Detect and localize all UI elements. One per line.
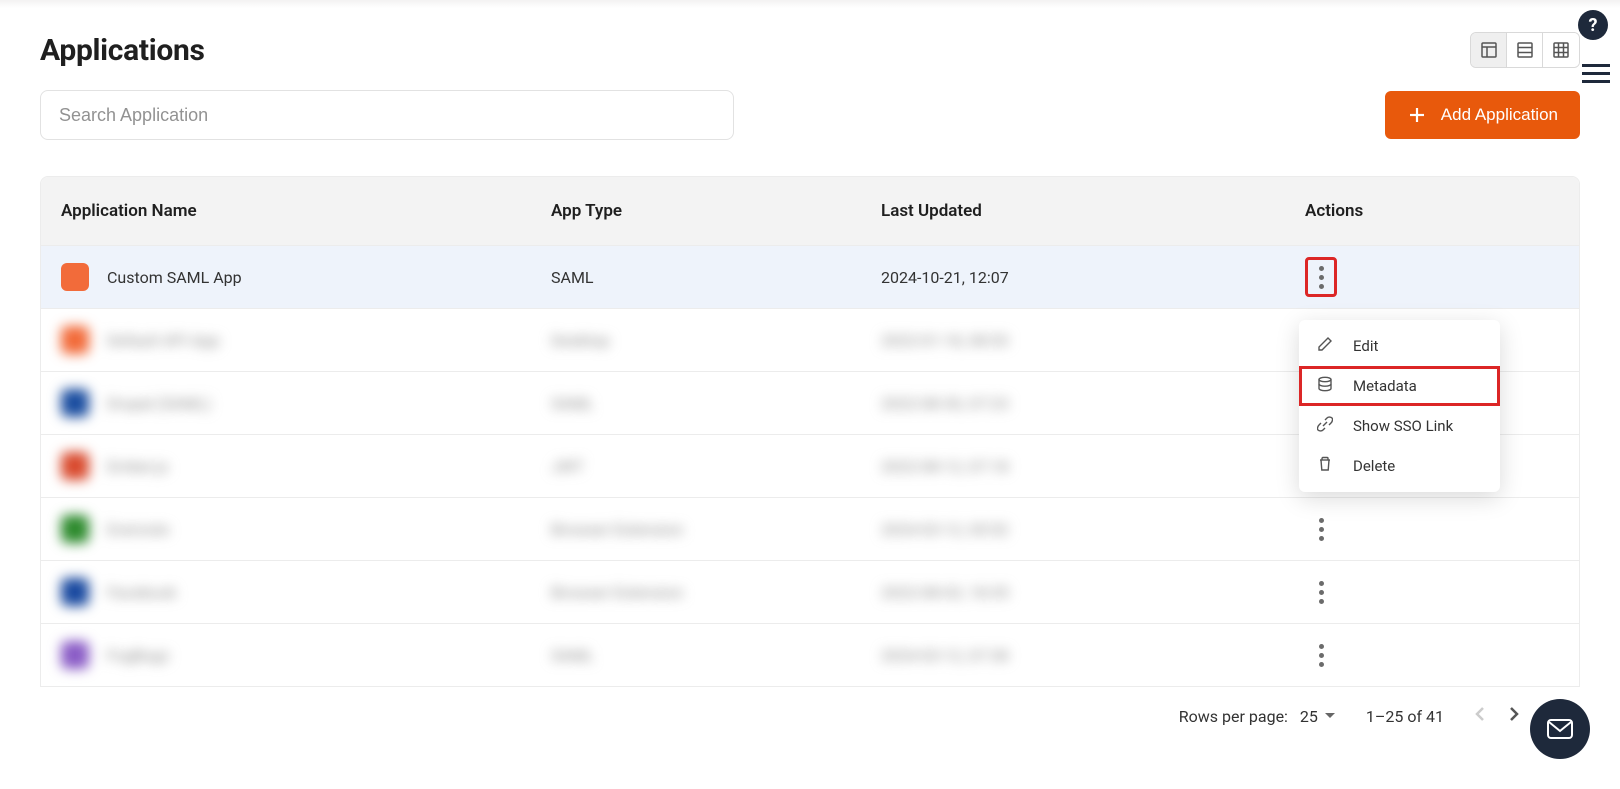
mail-icon [1547,719,1573,739]
actions-cell [1291,509,1559,549]
row-actions-kebab[interactable] [1305,572,1337,612]
app-name-cell: Facebook [61,578,551,606]
app-icon [61,326,89,354]
page-title: Applications [40,33,205,68]
app-name-cell: Custom SAML App [61,263,551,291]
app-icon [61,641,89,669]
app-updated-cell: 2022-08-03, 18:35 [881,583,1291,602]
actions-cell [1291,635,1559,675]
app-icon [61,452,89,480]
app-name-label: Facebook [107,583,176,602]
app-type-cell: JWT [551,457,881,476]
rows-per-page-value: 25 [1300,707,1318,726]
plus-icon [1407,105,1427,125]
view-toggle-list[interactable] [1507,33,1543,67]
row-actions-kebab[interactable] [1305,509,1337,549]
table-row[interactable]: Evernote Browser Extension2024-03-12, 05:… [41,497,1579,560]
row-actions-kebab[interactable] [1305,635,1337,675]
col-header-type: App Type [551,201,881,221]
app-icon [61,578,89,606]
table-layout-icon [1481,42,1497,58]
app-type-cell: SAML [551,646,881,665]
row-actions-kebab[interactable] [1305,257,1337,297]
rows-per-page-select[interactable]: 25 [1300,707,1336,726]
app-type-cell: Browser Extension [551,583,881,602]
dropdown-item-show-sso-link[interactable]: Show SSO Link [1299,406,1500,446]
actions-cell [1291,257,1559,297]
edit-icon [1317,336,1333,356]
app-type-cell: SAML [551,394,881,413]
app-name-cell: FogBugz [61,641,551,669]
view-toggle-group [1470,32,1580,68]
list-layout-icon [1517,42,1533,58]
app-type-cell: SAML [551,268,881,287]
app-updated-cell: 2022-08-30, 07:23 [881,394,1291,413]
table-row[interactable]: FogBugz SAML2024-03-12, 07:38 [41,623,1579,686]
prev-page-button[interactable] [1474,705,1486,727]
col-header-updated: Last Updated [881,201,1291,221]
app-icon [61,389,89,417]
search-input[interactable] [40,90,734,140]
add-application-button[interactable]: Add Application [1385,91,1580,139]
pagination-range: 1–25 of 41 [1366,707,1444,726]
table-row[interactable]: Facebook Browser Extension2022-08-03, 18:… [41,560,1579,623]
view-toggle-grid[interactable] [1543,33,1579,67]
app-name-label: Custom SAML App [107,268,242,287]
app-name-label: Ember.js [107,457,168,476]
dropdown-item-edit[interactable]: Edit [1299,326,1500,366]
delete-icon [1317,456,1333,476]
actions-dropdown: Edit Metadata Show SSO Link Delete [1299,320,1500,492]
col-header-name: Application Name [61,201,551,221]
actions-cell [1291,572,1559,612]
dropdown-item-label: Edit [1353,337,1378,355]
app-name-label: Drupal (SAML) [107,394,211,413]
col-header-actions: Actions [1291,201,1559,221]
chevron-right-icon [1508,705,1520,723]
grid-layout-icon [1553,42,1569,58]
mail-fab[interactable] [1530,699,1590,759]
app-updated-cell: 2024-03-12, 07:38 [881,646,1291,665]
next-page-button[interactable] [1508,705,1520,727]
add-application-label: Add Application [1441,105,1558,125]
app-icon [61,515,89,543]
app-name-label: Evernote [107,520,169,539]
metadata-icon [1317,376,1333,396]
app-name-cell: Evernote [61,515,551,543]
view-toggle-table[interactable] [1471,33,1507,67]
app-type-cell: Desktop [551,331,881,350]
table-row[interactable]: Custom SAML App SAML2024-10-21, 12:07 [41,245,1579,308]
app-updated-cell: 2024-03-12, 05:52 [881,520,1291,539]
app-name-label: Default API App [107,331,219,350]
app-name-cell: Default API App [61,326,551,354]
link-icon [1317,416,1333,436]
app-updated-cell: 2022-01-18, 08:53 [881,331,1291,350]
caret-down-icon [1324,712,1336,720]
dropdown-item-label: Delete [1353,457,1395,475]
app-updated-cell: 2024-10-21, 12:07 [881,268,1291,287]
dropdown-item-delete[interactable]: Delete [1299,446,1500,486]
dropdown-item-label: Show SSO Link [1353,417,1453,435]
chevron-left-icon [1474,705,1486,723]
app-updated-cell: 2022-08-12, 07:18 [881,457,1291,476]
dropdown-item-metadata[interactable]: Metadata [1299,366,1500,406]
app-name-cell: Drupal (SAML) [61,389,551,417]
app-type-cell: Browser Extension [551,520,881,539]
dropdown-item-label: Metadata [1353,377,1417,395]
app-name-label: FogBugz [107,646,170,665]
rows-per-page-label: Rows per page: [1179,707,1288,726]
app-icon [61,263,89,291]
app-name-cell: Ember.js [61,452,551,480]
